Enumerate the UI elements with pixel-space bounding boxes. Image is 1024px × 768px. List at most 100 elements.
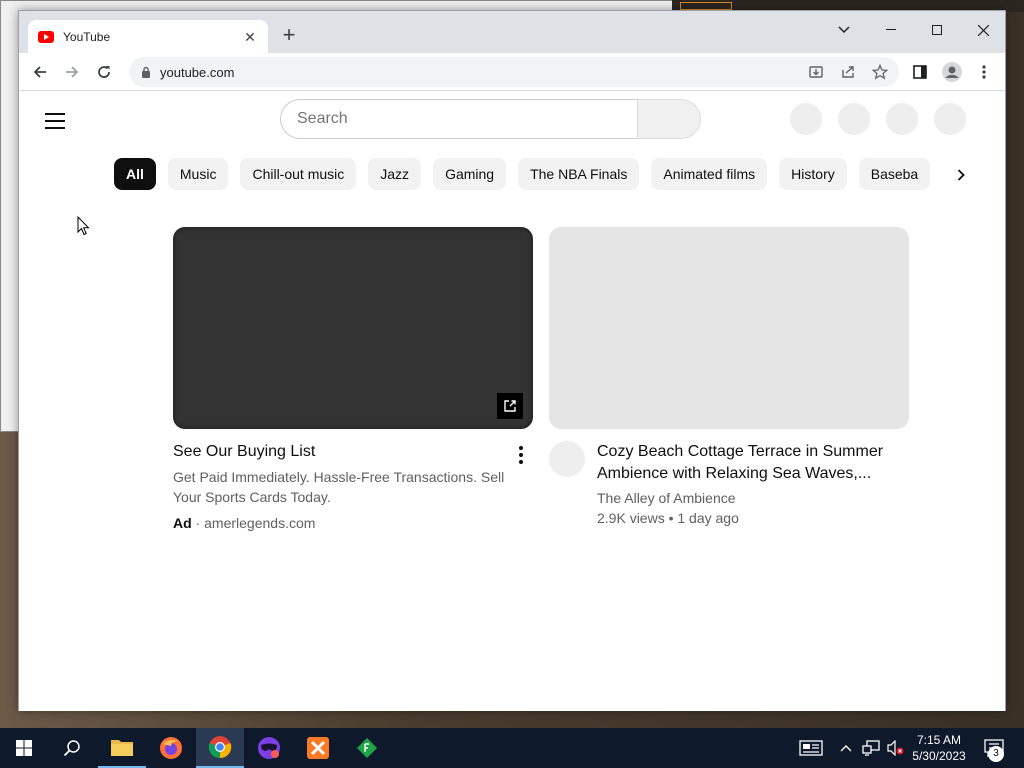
video-title[interactable]: Cozy Beach Cottage Terrace in Summer Amb… — [597, 441, 897, 485]
ad-card[interactable]: See Our Buying List Get Paid Immediately… — [173, 227, 533, 531]
video-card[interactable]: Cozy Beach Cottage Terrace in Summer Amb… — [549, 227, 909, 526]
ad-thumbnail[interactable] — [173, 227, 533, 429]
chevron-right-icon — [957, 169, 965, 181]
mouse-cursor-icon — [77, 216, 90, 236]
video-meta: 2.9K views • 1 day ago — [597, 510, 739, 526]
volume-muted-icon — [887, 740, 904, 756]
profile-button[interactable] — [938, 58, 966, 86]
windows-logo-icon — [16, 740, 32, 756]
taskbar-file-explorer[interactable] — [98, 728, 146, 768]
browser-menu-button[interactable] — [970, 58, 998, 86]
notification-count-badge: 3 — [988, 746, 1004, 762]
reload-button[interactable] — [90, 58, 118, 86]
advertiser-link[interactable]: amerlegends.com — [204, 515, 315, 531]
taskbar-search-button[interactable] — [48, 728, 96, 768]
back-button[interactable] — [26, 58, 54, 86]
close-icon — [977, 24, 989, 36]
search-box[interactable] — [280, 99, 638, 139]
taskbar-green-app[interactable] — [343, 728, 391, 768]
news-icon — [799, 740, 823, 756]
chip-chill-out-music[interactable]: Chill-out music — [240, 158, 357, 190]
more-dot — [519, 460, 523, 464]
network-button[interactable] — [860, 728, 882, 768]
chip-baseball[interactable]: Baseba — [858, 158, 931, 190]
chip-music[interactable]: Music — [167, 158, 229, 190]
share-button[interactable] — [834, 58, 862, 86]
guide-menu-button[interactable] — [43, 109, 67, 133]
url-text: youtube.com — [160, 64, 235, 80]
mask-icon — [258, 737, 280, 759]
loading-placeholder — [886, 103, 918, 135]
taskbar-chrome[interactable] — [196, 728, 244, 768]
chip-jazz[interactable]: Jazz — [368, 158, 422, 190]
video-thumbnail[interactable] — [549, 227, 909, 429]
side-panel-icon — [913, 65, 927, 79]
taskbar-vpn-app[interactable] — [245, 728, 293, 768]
browser-window: YouTube ✕ + youtube.com Search All Music… — [18, 10, 1006, 711]
search-button[interactable] — [637, 99, 701, 139]
clock[interactable]: 7:15 AM 5/30/2023 — [906, 732, 972, 764]
chevron-down-icon — [838, 26, 850, 34]
xampp-icon — [307, 737, 329, 759]
browser-toolbar: youtube.com — [19, 53, 1005, 91]
more-dot — [519, 446, 523, 450]
ad-menu-button[interactable] — [509, 443, 533, 467]
clock-date: 5/30/2023 — [912, 749, 966, 763]
minimize-icon — [886, 29, 896, 30]
clock-time: 7:15 AM — [916, 733, 962, 747]
lock-icon — [142, 66, 150, 78]
chevron-up-icon — [840, 745, 852, 752]
maximize-icon — [932, 25, 942, 35]
close-window-button[interactable] — [960, 15, 1006, 45]
tab-strip: YouTube ✕ + — [19, 11, 1006, 54]
tab-youtube[interactable]: YouTube ✕ — [28, 20, 268, 54]
folder-icon — [111, 740, 133, 756]
diamond-icon — [357, 738, 377, 758]
chip-nba-finals[interactable]: The NBA Finals — [518, 158, 640, 190]
hamburger-line — [45, 113, 65, 115]
tab-title: YouTube — [63, 30, 111, 44]
chip-animated-films[interactable]: Animated films — [651, 158, 768, 190]
hamburger-line — [45, 120, 65, 122]
chip-history[interactable]: History — [779, 158, 847, 190]
chip-gaming[interactable]: Gaming — [433, 158, 507, 190]
channel-avatar[interactable] — [549, 441, 585, 477]
hamburger-line — [45, 127, 65, 129]
tab-close-icon[interactable]: ✕ — [242, 29, 258, 46]
taskbar-firefox[interactable] — [147, 728, 195, 768]
tab-search-button[interactable] — [821, 15, 867, 45]
external-link-button[interactable] — [497, 393, 523, 419]
youtube-favicon-icon — [38, 31, 54, 43]
download-icon — [809, 66, 823, 78]
firefox-icon — [160, 737, 182, 759]
chip-next-button[interactable] — [947, 161, 975, 189]
ad-separator: · — [191, 515, 205, 531]
show-hidden-icons-button[interactable] — [836, 728, 856, 768]
taskbar-xampp[interactable] — [294, 728, 342, 768]
maximize-button[interactable] — [914, 15, 960, 45]
address-bar[interactable]: youtube.com — [129, 57, 899, 87]
search-input[interactable] — [297, 110, 637, 128]
more-dot — [519, 453, 523, 457]
taskbar: 7:15 AM 5/30/2023 — [0, 728, 1024, 768]
volume-button[interactable] — [884, 728, 906, 768]
reload-icon — [98, 66, 110, 78]
bookmark-button[interactable] — [866, 58, 894, 86]
ad-description: Get Paid Immediately. Hassle-Free Transa… — [173, 469, 505, 505]
loading-placeholder — [934, 103, 966, 135]
minimize-button[interactable] — [868, 15, 914, 45]
forward-arrow-icon — [66, 66, 79, 78]
start-button[interactable] — [0, 728, 48, 768]
new-tab-button[interactable]: + — [277, 24, 301, 48]
star-icon — [872, 64, 888, 80]
install-app-button[interactable] — [802, 58, 830, 86]
news-widget-button[interactable] — [796, 728, 826, 768]
network-icon — [862, 740, 880, 756]
ad-title[interactable]: See Our Buying List — [173, 443, 315, 461]
chip-bar: All Music Chill-out music Jazz Gaming The NBA… — [114, 158, 934, 190]
chip-all[interactable]: All — [114, 158, 156, 190]
share-icon — [842, 66, 854, 78]
channel-name[interactable]: The Alley of Ambience — [597, 490, 736, 506]
side-panel-button[interactable] — [906, 58, 934, 86]
forward-button[interactable] — [58, 58, 86, 86]
